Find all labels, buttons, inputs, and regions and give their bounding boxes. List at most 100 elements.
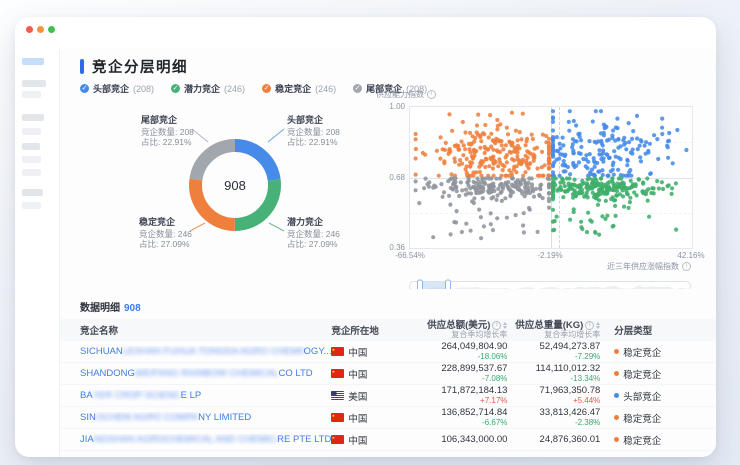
value-stack: 33,813,426.47-2.38% (507, 408, 600, 427)
x-axis-title-text: 近三年供应涨幅指数 (607, 261, 679, 272)
scatter-x-axis-title: 近三年供应涨幅指数 i (574, 261, 691, 272)
y-tick: 1.00 (374, 102, 405, 111)
page-header: 竞企分层明细 (80, 56, 188, 77)
sidebar-item-skeleton[interactable] (22, 143, 40, 150)
flag-china-icon (331, 435, 344, 444)
legend-label: 头部竞企 (93, 82, 129, 95)
legend-item[interactable]: ✓稳定竞企(246) (262, 82, 336, 95)
donut-label-share: 占比: 22.91% (141, 137, 259, 148)
company-link[interactable]: SICHUAN (80, 346, 123, 357)
sidebar-item-skeleton[interactable] (22, 169, 41, 176)
company-name-cell: SINOCHEM AGRO COMPANY LIMITED (80, 412, 331, 423)
sidebar-item-skeleton[interactable] (22, 91, 41, 98)
table-section-title: 数据明细908 (80, 299, 141, 314)
info-icon[interactable]: i (492, 321, 501, 330)
company-name-redacted: WEIFANG RAINBOW CHEMICAL (135, 368, 279, 379)
value-stack: 106,343,000.00 (410, 435, 508, 445)
sidebar-item-skeleton[interactable] (22, 189, 43, 196)
flag-china-icon (331, 413, 344, 422)
company-link[interactable]: JIA (80, 434, 94, 445)
scatter-points (410, 107, 692, 248)
legend-count: (208) (133, 84, 154, 94)
value-stack: 24,876,360.01 (507, 435, 600, 445)
company-name-cell: BAYER CROP SCIENCE LP (80, 390, 331, 401)
x-tick: -66.54% (388, 251, 432, 260)
tier-dot-icon (614, 393, 619, 398)
weight-header-text: 供应总重量(KG) (515, 321, 583, 331)
tier-cell: 稳定竞企 (600, 367, 716, 381)
tier-cell: 头部竞企 (600, 389, 716, 403)
info-icon[interactable]: i (585, 321, 594, 330)
company-name-redacted: YER CROP SCIENC (93, 390, 181, 401)
sidebar-item-skeleton[interactable] (22, 114, 44, 121)
legend-count: (246) (224, 84, 245, 94)
window-zoom-icon[interactable] (48, 26, 55, 33)
amount-growth: +7.17% (480, 396, 507, 405)
y-axis-title-text: 供应能力指数 (376, 89, 424, 100)
location-cell: 中国 (331, 345, 409, 359)
amount-cell: 228,899,537.67-7.08% (410, 364, 508, 383)
tier-label: 头部竞企 (623, 389, 661, 403)
country-label: 中国 (348, 367, 367, 381)
data-zoom-selection[interactable] (420, 282, 448, 289)
company-link[interactable]: RE PTE LTD (277, 434, 331, 445)
company-link[interactable]: NY LIMITED (198, 412, 251, 423)
info-icon[interactable]: i (682, 262, 691, 271)
amount-growth: -7.08% (482, 374, 507, 383)
section-count: 908 (124, 303, 141, 314)
table-header-row: 竞企名称 竞企所在地 供应总额(美元)i 复合季均增长率 供应总重量(KG)i … (60, 319, 716, 341)
sidebar-nav (15, 49, 60, 457)
info-icon[interactable]: i (427, 90, 436, 99)
weight-growth: -7.29% (575, 352, 600, 361)
data-zoom-slider[interactable] (409, 279, 691, 289)
scatter-chart: 供应能力指数 i 1.00 0.68 0.36 -66.54% -2.19% (374, 89, 716, 301)
window-minimize-icon[interactable] (37, 26, 44, 33)
value-stack: 71,963,350.78+5.44% (507, 386, 600, 405)
amount-cell: 171,872,184.13+7.17% (410, 386, 508, 405)
company-link[interactable]: OGY... (304, 346, 332, 357)
company-link[interactable]: E LP (181, 390, 202, 401)
donut-label-name: 尾部竞企 (141, 115, 259, 126)
sidebar-item-skeleton[interactable] (22, 80, 46, 87)
legend-label: 潜力竞企 (184, 82, 220, 95)
tier-label: 稳定竞企 (623, 367, 661, 381)
tier-label: 稳定竞企 (623, 433, 661, 447)
company-link[interactable]: SIN (80, 412, 96, 423)
table-row: JIANGSHAN AGROCHEMICAL AND CHEMICALS SIN… (60, 429, 716, 451)
sidebar-item-skeleton[interactable] (22, 128, 41, 135)
tier-label: 稳定竞企 (623, 345, 661, 359)
data-zoom-handle[interactable] (418, 280, 423, 289)
weight-value: 71,963,350.78 (540, 386, 601, 396)
country-label: 中国 (348, 345, 367, 359)
col-header-location: 竞企所在地 (331, 323, 409, 337)
tier-dot-icon (614, 349, 619, 354)
donut-label-name: 稳定竞企 (139, 217, 257, 228)
value-stack: 136,852,714.84-6.67% (410, 408, 508, 427)
location-cell: 中国 (331, 411, 409, 425)
data-zoom-handle[interactable] (446, 280, 451, 289)
sidebar-item-skeleton[interactable] (22, 202, 41, 209)
company-name-redacted: OCHEM AGRO COMPA (96, 412, 198, 423)
scatter-plot-area (409, 106, 693, 249)
location-cell: 美国 (331, 389, 409, 403)
donut-chart: 908 头部竞企竞企数量: 208占比: 22.91%潜力竞企竞企数量: 246… (72, 109, 402, 259)
company-link[interactable]: CO LTD (278, 368, 312, 379)
window-body: 竞企分层明细 ✓头部竞企(208)✓潜力竞企(246)✓稳定竞企(246)✓尾部… (15, 49, 716, 457)
window-close-icon[interactable] (26, 26, 33, 33)
weight-growth: -2.38% (575, 418, 600, 427)
y-tick: 0.68 (374, 173, 405, 182)
legend-item[interactable]: ✓头部竞企(208) (80, 82, 154, 95)
scatter-y-axis-title: 供应能力指数 i (376, 89, 436, 100)
value-stack: 114,110,012.32-13.34% (507, 364, 600, 383)
amount-value: 171,872,184.13 (441, 386, 507, 396)
weight-cell: 33,813,426.47-2.38% (507, 408, 600, 427)
company-name-cell: SHANDONG WEIFANG RAINBOW CHEMICAL CO LTD (80, 368, 331, 379)
legend-item[interactable]: ✓潜力竞企(246) (171, 82, 245, 95)
amount-growth: -18.06% (478, 352, 508, 361)
sidebar-item-skeleton[interactable] (22, 156, 41, 163)
sidebar-item-skeleton[interactable] (22, 58, 44, 65)
company-name-redacted: NGSHAN AGROCHEMICAL AND CHEMICALS SINGAP… (94, 434, 277, 445)
growth-subheader: 复合季均增长率 (451, 330, 507, 340)
company-link[interactable]: SHANDONG (80, 368, 135, 379)
company-link[interactable]: BA (80, 390, 93, 401)
